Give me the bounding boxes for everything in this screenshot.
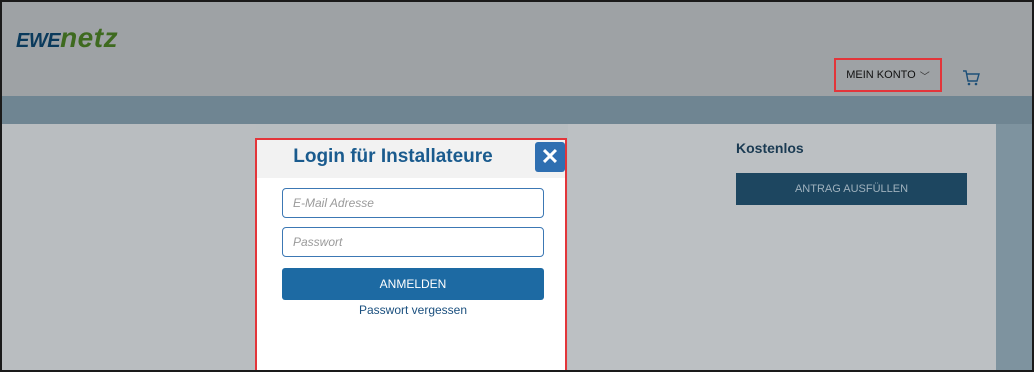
offer-card xyxy=(568,124,996,370)
password-field[interactable] xyxy=(282,227,544,257)
forgot-password-link[interactable]: Passwort vergessen xyxy=(282,303,544,317)
site-header: EWEnetz MEIN KONTO ﹀ xyxy=(2,2,1032,96)
email-field[interactable] xyxy=(282,188,544,218)
fill-application-button[interactable]: ANTRAG AUSFÜLLEN xyxy=(736,173,967,205)
modal-header: Login für Installateure ✕ xyxy=(257,140,565,178)
my-account-label: MEIN KONTO xyxy=(846,69,916,81)
browser-frame: EWEnetz MEIN KONTO ﹀ Kostenlos ANTRAG AU… xyxy=(0,0,1034,372)
cart-icon[interactable] xyxy=(962,70,980,86)
modal-title: Login für Installateure xyxy=(293,146,493,167)
logo-ewe-text: EWE xyxy=(16,30,61,52)
background-edge xyxy=(996,124,1032,370)
hero-band xyxy=(2,96,1032,124)
chevron-down-icon: ﹀ xyxy=(919,71,930,83)
close-icon[interactable]: ✕ xyxy=(535,142,565,172)
content-background xyxy=(2,124,256,370)
ewe-netz-logo[interactable]: EWEnetz xyxy=(16,22,118,54)
my-account-button[interactable]: MEIN KONTO ﹀ xyxy=(834,58,942,92)
card-title: Kostenlos xyxy=(736,140,804,156)
login-modal: Login für Installateure ✕ ANMELDEN Passw… xyxy=(255,138,567,370)
login-button[interactable]: ANMELDEN xyxy=(282,268,544,300)
logo-netz-text: netz xyxy=(60,22,119,53)
